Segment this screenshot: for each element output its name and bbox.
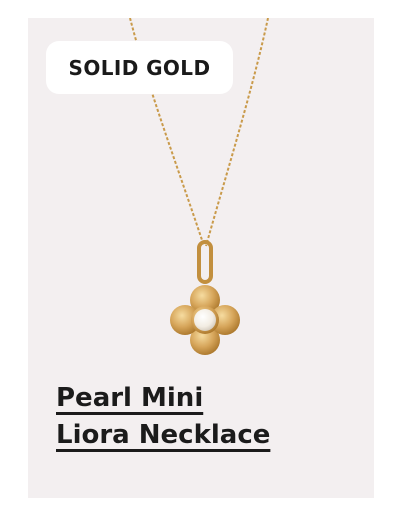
- product-title-line-1[interactable]: Pearl Mini: [56, 380, 203, 417]
- product-title-link[interactable]: Pearl Mini Liora Necklace: [56, 380, 270, 454]
- pendant-bail: [197, 240, 213, 284]
- pearl: [194, 309, 216, 331]
- flower-pendant: [170, 285, 240, 355]
- product-card[interactable]: SOLID GOLD Pearl Mini Liora Necklace: [28, 18, 374, 498]
- badge-label: SOLID GOLD: [68, 55, 211, 80]
- product-title-line-2[interactable]: Liora Necklace: [56, 417, 270, 454]
- solid-gold-badge: SOLID GOLD: [46, 41, 233, 94]
